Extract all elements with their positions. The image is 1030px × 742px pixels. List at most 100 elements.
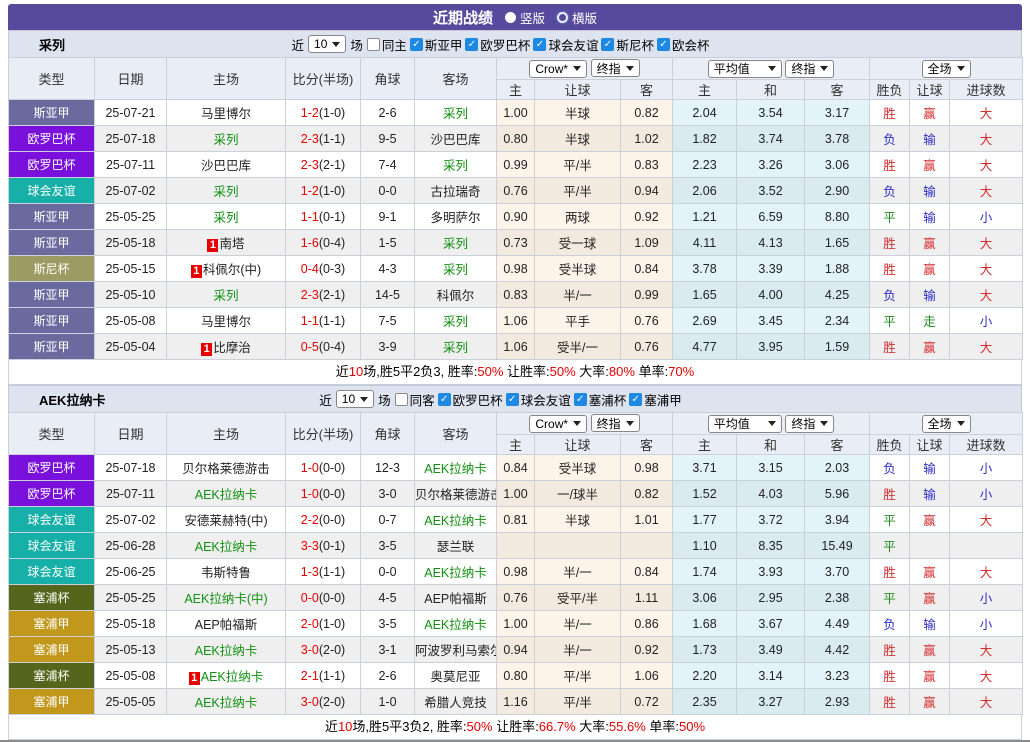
same-venue-checkbox[interactable]: 同主 [366, 35, 407, 54]
final-index-select-2[interactable]: 终指 [785, 59, 835, 78]
home-team[interactable]: 安德莱赫特(中) [166, 506, 286, 533]
halftime-score: (1-1) [318, 564, 346, 579]
away-team[interactable]: 希腊人竞技 [414, 688, 497, 715]
match-score[interactable]: 0-4(0-3) [285, 255, 361, 282]
full-field-select[interactable]: 全场 [921, 59, 971, 78]
away-team[interactable]: AEK拉纳卡 [414, 610, 497, 637]
match-date: 25-05-18 [94, 229, 167, 256]
away-team[interactable]: 科佩尔 [414, 281, 497, 308]
league-filter-checkbox[interactable]: ✓ 塞浦杯 [573, 390, 626, 409]
home-team[interactable]: 1 比摩治 [166, 333, 286, 360]
result-goals: 大 [949, 558, 1024, 585]
match-score[interactable]: 3-3(0-1) [285, 532, 361, 559]
match-score[interactable]: 2-3(2-1) [285, 151, 361, 178]
match-score[interactable]: 2-2(0-0) [285, 506, 361, 533]
checkbox-label: 斯亚甲 [424, 38, 463, 53]
home-team[interactable]: 马里博尔 [166, 99, 286, 126]
away-team[interactable]: AEP帕福斯 [414, 584, 497, 611]
league-filter-checkbox[interactable]: ✓ 球会友谊 [505, 390, 571, 409]
home-team[interactable]: 采列 [166, 177, 286, 204]
away-team[interactable]: AEK拉纳卡 [414, 558, 497, 585]
league-filter-checkbox[interactable]: ✓ 欧罗巴杯 [437, 390, 503, 409]
layout-radio-vertical[interactable]: 竖版 [504, 8, 545, 27]
match-score[interactable]: 1-6(0-4) [285, 229, 361, 256]
avg-away-odds: 8.80 [804, 203, 871, 230]
home-team[interactable]: AEK拉纳卡 [166, 636, 286, 663]
layout-radio-horizontal[interactable]: 横版 [557, 8, 597, 27]
away-team[interactable]: 古拉瑞奇 [414, 177, 497, 204]
away-team[interactable]: AEK拉纳卡 [414, 506, 497, 533]
away-team[interactable]: 采列 [414, 333, 497, 360]
match-score[interactable]: 2-3(1-1) [285, 125, 361, 152]
away-team[interactable]: 采列 [414, 307, 497, 334]
home-team[interactable]: AEK拉纳卡 [166, 480, 286, 507]
away-team[interactable]: 多明萨尔 [414, 203, 497, 230]
average-select[interactable]: 平均值 [707, 59, 782, 78]
match-score[interactable]: 1-1(0-1) [285, 203, 361, 230]
home-team[interactable]: AEK拉纳卡 [166, 688, 286, 715]
home-team[interactable]: 贝尔格莱德游击 [166, 454, 286, 481]
handicap-away-odds: 1.02 [619, 125, 674, 152]
match-score[interactable]: 1-0(0-0) [285, 454, 361, 481]
match-score[interactable]: 3-0(2-0) [285, 688, 361, 715]
avg-home-odds: 3.06 [672, 584, 738, 611]
home-team[interactable]: 采列 [166, 203, 286, 230]
league-filter-checkbox[interactable]: ✓ 球会友谊 [533, 35, 598, 54]
home-team[interactable]: AEK拉纳卡(中) [166, 584, 286, 611]
match-score[interactable]: 2-3(2-1) [285, 281, 361, 308]
home-team[interactable]: 采列 [166, 281, 286, 308]
home-team[interactable]: AEP帕福斯 [166, 610, 286, 637]
match-score[interactable]: 2-1(1-1) [285, 662, 361, 689]
away-team[interactable]: 采列 [414, 229, 497, 256]
home-team[interactable]: 1 科佩尔(中) [166, 255, 286, 282]
league-filter-checkbox[interactable]: ✓ 欧罗巴杯 [465, 35, 530, 54]
final-index-select[interactable]: 终指 [590, 414, 640, 433]
away-team[interactable]: 采列 [414, 151, 497, 178]
league-badge: 斯亚甲 [8, 229, 95, 256]
recent-count-select[interactable]: 10 [308, 35, 347, 53]
same-venue-checkbox[interactable]: 同客 [394, 390, 435, 409]
handicap-away-odds: 0.92 [619, 636, 674, 663]
checkbox-checked-icon: ✓ [505, 392, 519, 406]
home-team[interactable]: 韦斯特鲁 [166, 558, 286, 585]
league-filter-checkbox[interactable]: ✓ 斯尼杯 [601, 35, 654, 54]
home-team[interactable]: 沙巴巴库 [166, 151, 286, 178]
match-score[interactable]: 0-0(0-0) [285, 584, 361, 611]
crow-select[interactable]: Crow* [529, 414, 588, 433]
away-team[interactable]: 沙巴巴库 [414, 125, 497, 152]
away-team[interactable]: 贝尔格莱德游击 [414, 480, 497, 507]
away-team[interactable]: 瑟兰联 [414, 532, 497, 559]
away-team[interactable]: AEK拉纳卡 [414, 454, 497, 481]
avg-away-odds: 1.59 [804, 333, 871, 360]
final-index-select-2[interactable]: 终指 [785, 414, 835, 433]
result-handicap: 赢 [909, 558, 951, 585]
match-score[interactable]: 1-2(1-0) [285, 177, 361, 204]
match-score[interactable]: 3-0(2-0) [285, 636, 361, 663]
away-team-name: 古拉瑞奇 [430, 185, 481, 199]
match-score[interactable]: 1-2(1-0) [285, 99, 361, 126]
away-team[interactable]: 阿波罗利马索尔 [414, 636, 497, 663]
league-filter-checkbox[interactable]: ✓ 欧会杯 [656, 35, 709, 54]
league-filter-checkbox[interactable]: ✓ 塞浦甲 [629, 390, 682, 409]
recent-count-select[interactable]: 10 [335, 390, 375, 408]
match-score[interactable]: 2-0(1-0) [285, 610, 361, 637]
home-team[interactable]: AEK拉纳卡 [166, 532, 286, 559]
away-team[interactable]: 采列 [414, 255, 497, 282]
table-row: 塞浦甲 25-05-13 AEK拉纳卡 3-0(2-0) 3-1 阿波罗利马索尔 0.94 半… [8, 636, 1024, 663]
home-team[interactable]: 1 AEK拉纳卡 [166, 662, 286, 689]
table-row: 欧罗巴杯 25-07-11 沙巴巴库 2-3(2-1) 7-4 采列 0.99 平/半 0.83… [8, 151, 1024, 178]
final-index-select[interactable]: 终指 [590, 59, 640, 78]
home-team[interactable]: 采列 [166, 125, 286, 152]
league-filter-checkbox[interactable]: ✓ 斯亚甲 [409, 35, 463, 54]
home-team[interactable]: 1 南塔 [166, 229, 286, 256]
crow-select[interactable]: Crow* [529, 59, 588, 78]
average-select[interactable]: 平均值 [707, 414, 782, 433]
match-score[interactable]: 1-0(0-0) [285, 480, 361, 507]
match-score[interactable]: 1-1(1-1) [285, 307, 361, 334]
full-field-select[interactable]: 全场 [921, 414, 971, 433]
match-score[interactable]: 0-5(0-4) [285, 333, 361, 360]
away-team[interactable]: 奥莫尼亚 [414, 662, 497, 689]
match-score[interactable]: 1-3(1-1) [285, 558, 361, 585]
away-team[interactable]: 采列 [414, 99, 497, 126]
home-team[interactable]: 马里博尔 [166, 307, 286, 334]
